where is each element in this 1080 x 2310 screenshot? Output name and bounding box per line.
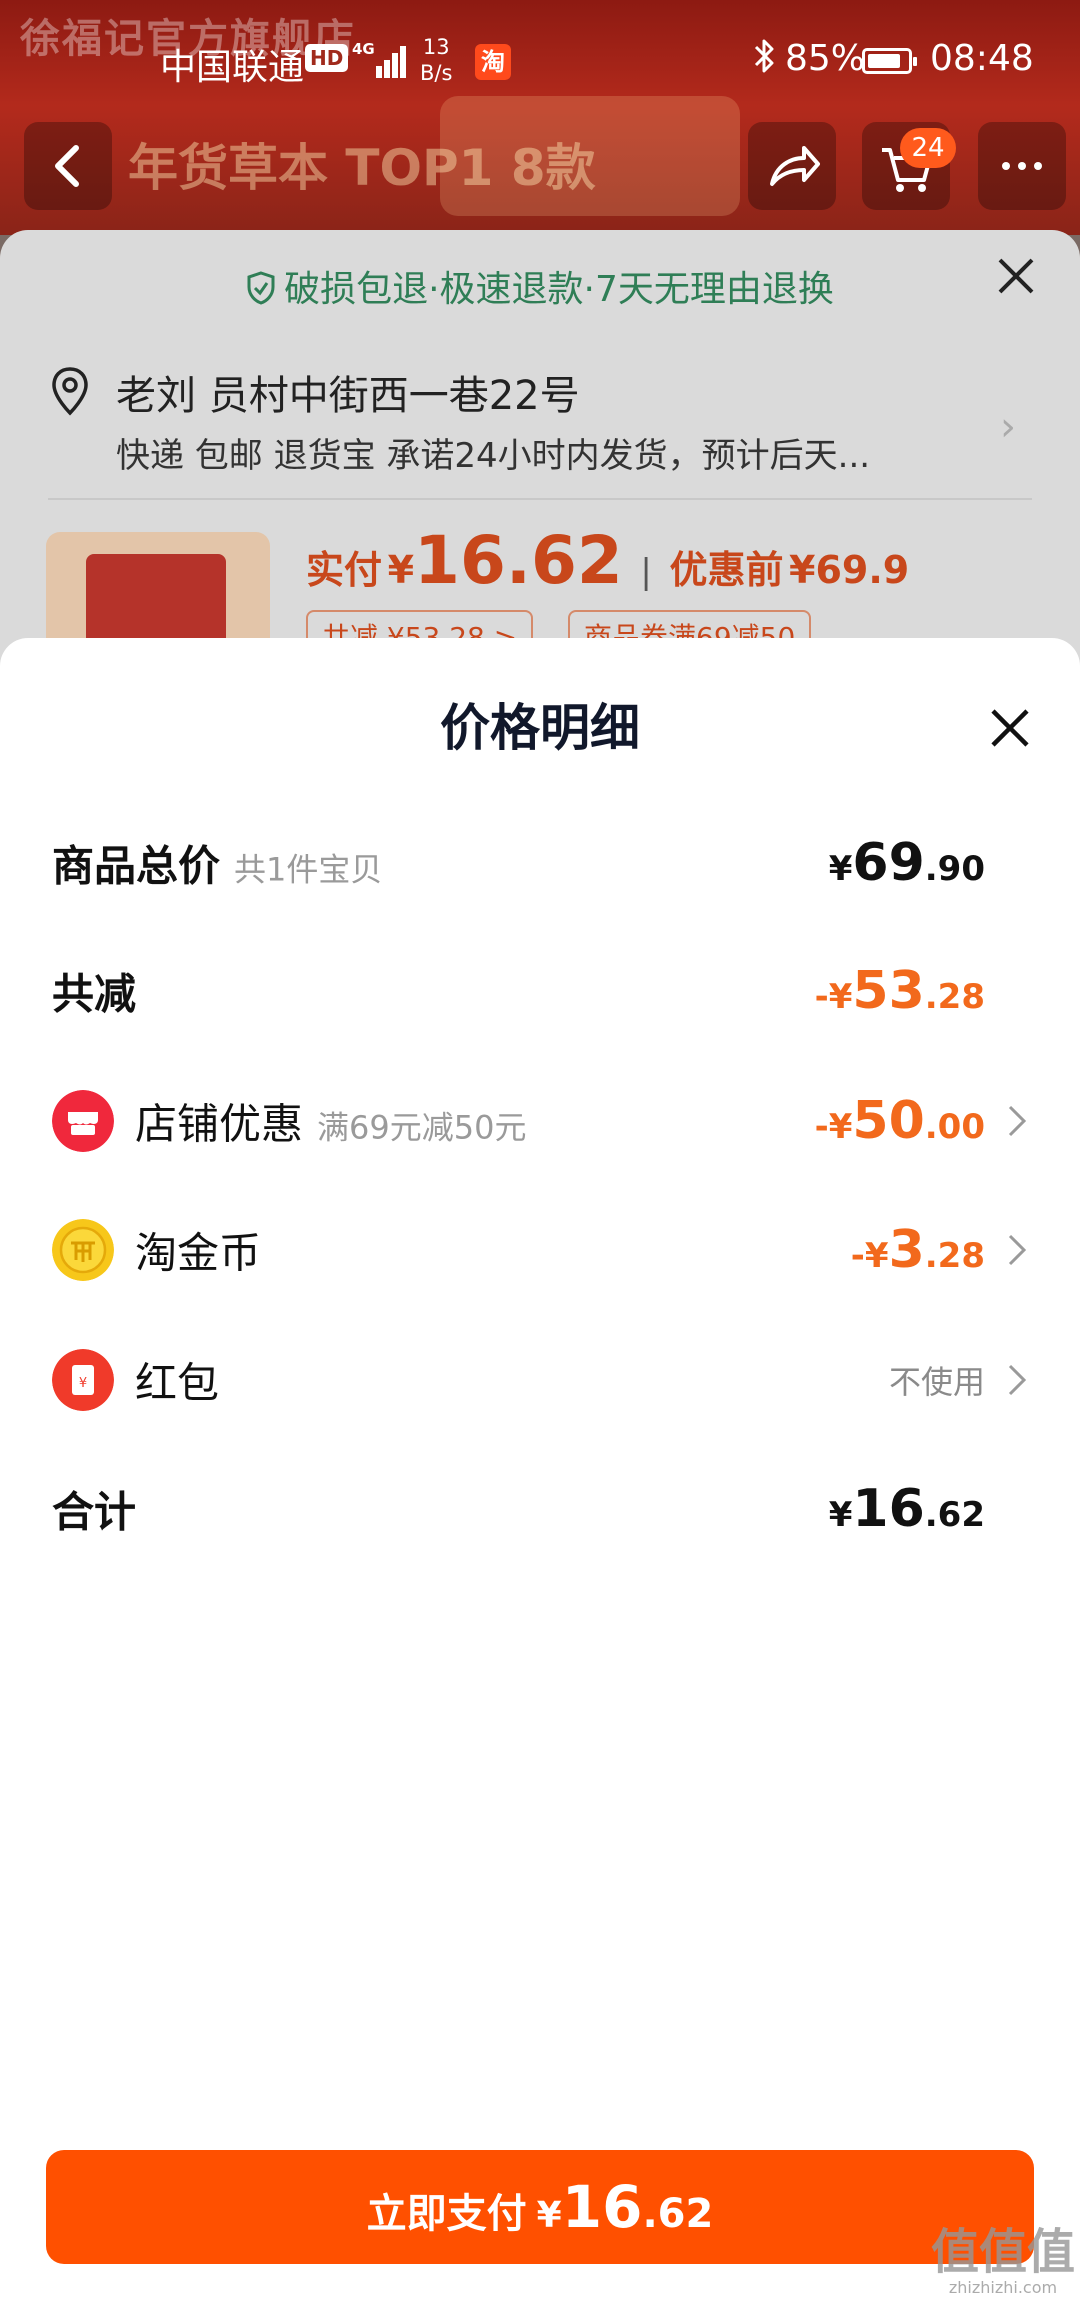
sum-amount: ¥16.62 bbox=[828, 1479, 985, 1539]
chevron-right-icon bbox=[1008, 1105, 1027, 1137]
hd-badge: HD bbox=[305, 44, 349, 72]
battery-percent: 85% bbox=[785, 38, 866, 79]
row-label: 红包 bbox=[135, 1358, 220, 1408]
share-button[interactable] bbox=[748, 122, 836, 210]
chevron-right-icon bbox=[1008, 1234, 1027, 1266]
row-goods-total: 商品总价 共1件宝贝 ¥69.90 bbox=[0, 818, 1080, 908]
red-packet-status: 不使用 bbox=[888, 1363, 985, 1401]
location-pin-icon bbox=[52, 367, 88, 416]
row-taojinbi[interactable]: 淘金币 -¥3.28 bbox=[0, 1205, 1080, 1295]
battery-icon bbox=[862, 48, 917, 74]
row-sum: 合计 ¥16.62 bbox=[0, 1464, 1080, 1554]
network-type: 4G bbox=[352, 40, 375, 58]
shield-check-icon bbox=[247, 271, 275, 305]
guarantee-banner: 破损包退·极速退款·7天无理由退换 bbox=[0, 260, 1080, 312]
status-bar: 中国联通 HD 4G 13 B/s 淘 85% 08:48 bbox=[0, 0, 1080, 125]
store-discount-rule: 满69元减50元 bbox=[317, 1108, 527, 1147]
store-discount-amount: -¥50.00 bbox=[814, 1091, 985, 1151]
row-label: 商品总价 共1件宝贝 bbox=[52, 841, 383, 891]
banner-text: 年货草本 TOP1 8款 bbox=[128, 139, 596, 197]
reduction-amount: -¥53.28 bbox=[814, 961, 985, 1021]
goods-total-amount: ¥69.90 bbox=[828, 833, 985, 893]
chevron-left-icon bbox=[55, 145, 79, 187]
signal-icon: 4G bbox=[352, 40, 407, 78]
bluetooth-icon bbox=[752, 36, 778, 85]
paid-price: 实付 ¥16.62 | 优惠前 ¥69.9 bbox=[306, 522, 910, 599]
row-store-discount[interactable]: 店铺优惠 满69元减50元 -¥50.00 bbox=[0, 1076, 1080, 1166]
coin-amount: -¥3.28 bbox=[850, 1220, 985, 1280]
clock: 08:48 bbox=[930, 38, 1034, 79]
screen: 徐福记官方旗舰店 年货草本 TOP1 8款 24 中国联通 HD 4G 13 B… bbox=[0, 0, 1080, 2310]
close-icon[interactable] bbox=[990, 250, 1042, 302]
carrier-name: 中国联通 bbox=[160, 47, 305, 88]
close-icon[interactable] bbox=[985, 703, 1035, 753]
row-red-packet[interactable]: ¥ 红包 不使用 bbox=[0, 1335, 1080, 1425]
store-icon bbox=[52, 1090, 114, 1152]
taobao-notification-icon: 淘 bbox=[475, 44, 511, 80]
pay-now-button[interactable]: 立即支付 ¥16.62 bbox=[46, 2150, 1034, 2264]
share-icon bbox=[770, 146, 820, 186]
row-total-reduction: 共减 -¥53.28 bbox=[0, 946, 1080, 1036]
shipping-info: 快递 包邮 退货宝 承诺24小时内发货，预计后天... bbox=[116, 436, 871, 476]
row-label: 合计 bbox=[52, 1487, 137, 1537]
red-packet-icon: ¥ bbox=[52, 1349, 114, 1411]
sheet-title: 价格明细 bbox=[440, 699, 640, 757]
price-detail-sheet: 价格明细 商品总价 共1件宝贝 ¥69.90 共减 -¥53.28 店铺优惠 满69… bbox=[0, 638, 1080, 2310]
chevron-right-icon bbox=[1008, 1364, 1027, 1396]
delivery-address[interactable]: 老刘 员村中街西一巷22号 bbox=[116, 363, 580, 421]
chevron-right-icon[interactable]: › bbox=[1000, 404, 1016, 450]
more-button[interactable] bbox=[978, 122, 1066, 210]
network-speed: 13 B/s bbox=[420, 35, 453, 85]
divider bbox=[48, 498, 1032, 500]
row-label: 共减 bbox=[52, 969, 137, 1019]
row-label: 店铺优惠 满69元减50元 bbox=[135, 1099, 527, 1149]
row-label: 淘金币 bbox=[135, 1228, 262, 1278]
cart-count-badge: 24 bbox=[900, 128, 956, 168]
item-count: 共1件宝贝 bbox=[234, 850, 383, 889]
more-icon bbox=[1002, 162, 1042, 170]
coin-icon bbox=[52, 1219, 114, 1281]
svg-text:¥: ¥ bbox=[79, 1376, 87, 1391]
watermark: 值值值 zhizhizhi.com bbox=[930, 2224, 1075, 2297]
back-button[interactable] bbox=[24, 122, 112, 210]
